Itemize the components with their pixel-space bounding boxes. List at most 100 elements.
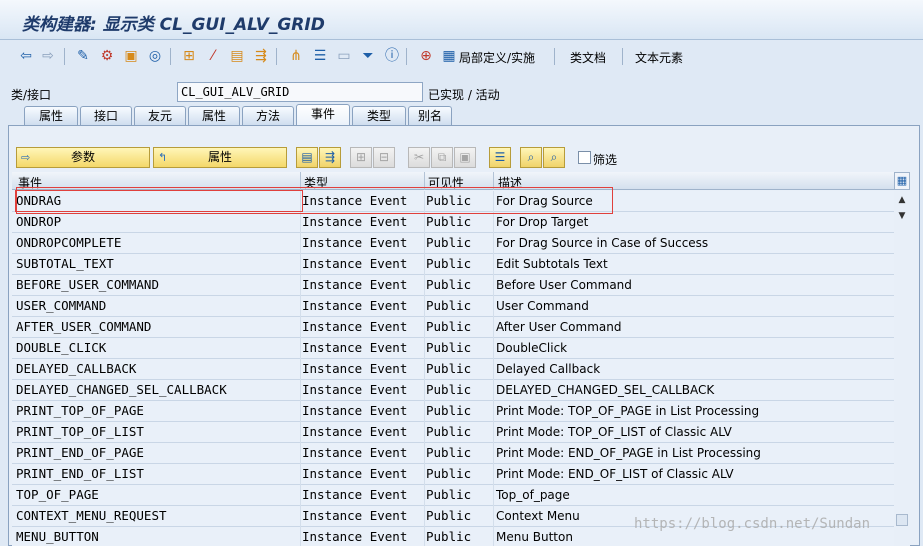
event-description-cell[interactable]: Top_of_page [496,488,570,502]
tab-aliases[interactable]: 别名 [408,106,452,126]
event-name-cell[interactable]: DOUBLE_CLICK [16,340,106,355]
event-type-cell[interactable]: Instance Event [302,361,407,376]
table-row[interactable]: PRINT_END_OF_LIST Instance Event Public Pri… [12,464,894,485]
table-row[interactable]: DOUBLE_CLICK Instance Event Public DoubleCl… [12,338,894,359]
export-icon[interactable]: ⇶ [253,48,269,64]
tab-types[interactable]: 类型 [352,106,406,126]
event-visibility-cell[interactable]: Public [426,277,471,292]
info-icon[interactable]: ⓘ [384,48,400,64]
event-description-cell[interactable]: DELAYED_CHANGED_SEL_CALLBACK [496,383,714,397]
event-name-cell[interactable]: MENU_BUTTON [16,529,99,544]
event-name-cell[interactable]: PRINT_TOP_OF_PAGE [16,403,144,418]
table-row[interactable]: PRINT_TOP_OF_LIST Instance Event Public Pri… [12,422,894,443]
event-name-cell[interactable]: USER_COMMAND [16,298,106,313]
tab-interfaces[interactable]: 接口 [80,106,132,126]
column-divider[interactable] [424,172,425,190]
local-definitions-button[interactable]: 局部定义/实施 [459,49,535,66]
event-type-cell[interactable]: Instance Event [302,529,407,544]
table-row[interactable]: AFTER_USER_COMMAND Instance Event Public Af… [12,317,894,338]
event-visibility-cell[interactable]: Public [426,340,471,355]
activate-icon[interactable]: ⚙ [99,48,115,64]
details-icon[interactable]: ▤ [296,147,318,168]
event-description-cell[interactable]: Print Mode: END_OF_LIST of Classic ALV [496,467,734,481]
event-type-cell[interactable]: Instance Event [302,214,407,229]
column-divider[interactable] [493,172,494,190]
event-visibility-cell[interactable]: Public [426,466,471,481]
event-type-cell[interactable]: Instance Event [302,298,407,313]
event-description-cell[interactable]: Print Mode: END_OF_PAGE in List Processi… [496,446,761,460]
event-visibility-cell[interactable]: Public [426,508,471,523]
tab-events[interactable]: 事件 [296,104,350,126]
scroll-up-icon[interactable]: ▲ [896,194,908,206]
event-visibility-cell[interactable]: Public [426,487,471,502]
event-visibility-cell[interactable]: Public [426,403,471,418]
column-divider[interactable] [300,172,301,190]
event-type-cell[interactable]: Instance Event [302,277,407,292]
table-row[interactable]: BEFORE_USER_COMMAND Instance Event Public B… [12,275,894,296]
event-visibility-cell[interactable]: Public [426,298,471,313]
event-name-cell[interactable]: ONDROP [16,214,61,229]
event-description-cell[interactable]: Before User Command [496,278,632,292]
event-type-cell[interactable]: Instance Event [302,235,407,250]
forward-arrow-icon[interactable]: ⇨ [40,48,56,64]
event-name-cell[interactable]: PRINT_END_OF_LIST [16,466,144,481]
table-row[interactable]: TOP_OF_PAGE Instance Event Public Top_of_pa… [12,485,894,506]
table-row[interactable]: ONDROP Instance Event Public For Drop Targe… [12,212,894,233]
event-name-cell[interactable]: AFTER_USER_COMMAND [16,319,151,334]
event-description-cell[interactable]: Context Menu [496,509,580,523]
event-description-cell[interactable]: Delayed Callback [496,362,600,376]
event-type-cell[interactable]: Instance Event [302,193,407,208]
tree-icon[interactable]: ⋔ [288,48,304,64]
event-type-cell[interactable]: Instance Event [302,319,407,334]
event-visibility-cell[interactable]: Public [426,382,471,397]
tab-methods[interactable]: 方法 [242,106,294,126]
event-visibility-cell[interactable]: Public [426,529,471,544]
event-description-cell[interactable]: Menu Button [496,530,573,544]
event-visibility-cell[interactable]: Public [426,445,471,460]
hierarchy-icon[interactable]: ⊞ [181,48,197,64]
event-type-cell[interactable]: Instance Event [302,508,407,523]
event-name-cell[interactable]: TOP_OF_PAGE [16,487,99,502]
find-next-icon[interactable]: ⌕ [543,147,565,168]
where-used-icon[interactable]: ◎ [147,48,163,64]
event-visibility-cell[interactable]: Public [426,361,471,376]
event-description-cell[interactable]: After User Command [496,320,621,334]
delete-row-icon[interactable]: ⊟ [373,147,395,168]
table-row[interactable]: DELAYED_CHANGED_SEL_CALLBACK Instance Eve… [12,380,894,401]
other-object-icon[interactable]: ▣ [123,48,139,64]
navigate-icon[interactable]: ⇶ [319,147,341,168]
event-visibility-cell[interactable]: Public [426,256,471,271]
event-name-cell[interactable]: CONTEXT_MENU_REQUEST [16,508,167,523]
class-name-field[interactable]: CL_GUI_ALV_GRID [177,82,423,102]
parameters-button[interactable]: ⇨ 参数 [16,147,150,168]
table-row[interactable]: PRINT_END_OF_PAGE Instance Event Public Pri… [12,443,894,464]
event-visibility-cell[interactable]: Public [426,319,471,334]
event-description-cell[interactable]: Edit Subtotals Text [496,257,608,271]
column-header-description[interactable]: 描述 [498,174,522,191]
event-description-cell[interactable]: For Drag Source [496,194,593,208]
copy-icon[interactable]: ⧉ [431,147,453,168]
event-description-cell[interactable]: For Drop Target [496,215,588,229]
align-icon[interactable]: ☰ [312,48,328,64]
class-documentation-button[interactable]: 类文档 [570,49,606,66]
table-row[interactable]: DELAYED_CALLBACK Instance Event Public Dela… [12,359,894,380]
column-header-visibility[interactable]: 可见性 [428,174,464,191]
window-icon[interactable]: ▭ [336,48,352,64]
event-visibility-cell[interactable]: Public [426,235,471,250]
event-name-cell[interactable]: ONDROPCOMPLETE [16,235,121,250]
event-description-cell[interactable]: Print Mode: TOP_OF_LIST of Classic ALV [496,425,732,439]
event-name-cell[interactable]: ONDRAG [16,193,61,208]
tab-properties[interactable]: 属性 [24,106,78,126]
table-row[interactable]: ONDROPCOMPLETE Instance Event Public For Dr… [12,233,894,254]
find-icon[interactable]: ⌕ [520,147,542,168]
event-type-cell[interactable]: Instance Event [302,424,407,439]
event-description-cell[interactable]: Print Mode: TOP_OF_PAGE in List Processi… [496,404,759,418]
event-type-cell[interactable]: Instance Event [302,487,407,502]
package-icon[interactable]: ▤ [229,48,245,64]
sort-icon[interactable]: ☰ [489,147,511,168]
event-visibility-cell[interactable]: Public [426,424,471,439]
event-type-cell[interactable]: Instance Event [302,403,407,418]
attributes-button[interactable]: ↰ 属性 [153,147,287,168]
paste-icon[interactable]: ▣ [454,147,476,168]
text-elements-button[interactable]: 文本元素 [635,49,683,66]
